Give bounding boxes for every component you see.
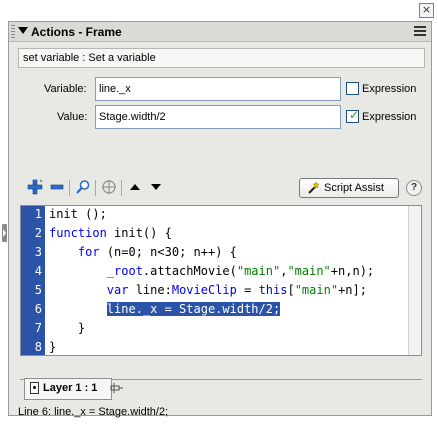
checkmark-icon: ✓ [349, 108, 360, 122]
line-number: 1 [34, 207, 42, 221]
variable-field[interactable]: line._x [95, 77, 341, 101]
code-line[interactable]: } [49, 321, 85, 335]
move-down-icon[interactable] [148, 179, 164, 195]
move-up-icon[interactable] [127, 179, 143, 195]
close-icon[interactable]: × [419, 3, 434, 18]
line-number: 3 [34, 245, 42, 259]
target-path-icon[interactable] [101, 179, 117, 195]
status-bar: Line 6: line._x = Stage.width/2; [18, 406, 169, 418]
toolbar-separator [95, 180, 96, 196]
code-line[interactable]: function init() { [49, 226, 172, 240]
layer-document-icon [30, 382, 39, 394]
code-line-selected[interactable]: line._x = Stage.width/2; [49, 302, 281, 316]
panel-header[interactable]: Actions - Frame [9, 22, 431, 42]
line-number: 7 [34, 321, 42, 335]
collapse-triangle-icon[interactable] [18, 27, 28, 34]
code-line[interactable]: for (n=0; n<30; n++) { [49, 245, 237, 259]
editor-scrollbar[interactable] [408, 206, 421, 355]
line-number: 5 [34, 283, 42, 297]
value-expression-checkbox[interactable]: ✓ [346, 108, 360, 123]
find-icon[interactable] [75, 179, 91, 195]
magic-wand-icon [308, 181, 320, 194]
value-expression-label: Expression [362, 111, 417, 123]
add-statement-icon[interactable] [27, 179, 43, 195]
line-number: 4 [34, 264, 42, 278]
panel-title: Actions - Frame [31, 25, 122, 39]
statement-description: set variable : Set a variable [18, 48, 425, 68]
description-text: set variable : Set a variable [23, 52, 156, 64]
actions-frame-window: × Actions - Frame set variable : Set a v… [0, 0, 438, 427]
code-line[interactable]: var line:MovieClip = this["main"+n]; [49, 283, 367, 297]
variable-expression-label: Expression [362, 83, 417, 95]
line-number: 2 [34, 226, 42, 240]
value-field[interactable]: Stage.width/2 [95, 105, 341, 129]
layer-tab-label: Layer 1 : 1 [43, 382, 98, 394]
side-collapse-handle-icon[interactable] [2, 224, 7, 242]
code-line[interactable]: } [49, 340, 56, 354]
panel-options-icon[interactable] [414, 26, 426, 37]
script-assist-label: Script Assist [324, 182, 384, 194]
toolbar-separator [69, 180, 70, 196]
delete-statement-icon[interactable] [49, 179, 65, 195]
line-number: 8 [34, 340, 42, 354]
variable-expression-checkbox[interactable] [346, 82, 359, 95]
pin-script-icon[interactable] [110, 381, 124, 395]
value-label: Value: [57, 111, 88, 123]
line-number: 6 [34, 302, 42, 316]
variable-label: Variable: [44, 83, 87, 95]
layer-tab-strip: Layer 1 : 1 [20, 361, 422, 400]
script-assist-button[interactable]: Script Assist [299, 178, 399, 198]
script-editor[interactable]: 1 2 3 4 5 6 7 8 init (); function init()… [20, 205, 422, 356]
code-line[interactable]: _root.attachMovie("main","main"+n,n); [49, 264, 374, 278]
grip-icon[interactable] [11, 25, 15, 38]
layer-tab[interactable]: Layer 1 : 1 [24, 378, 112, 400]
help-icon[interactable]: ? [406, 180, 422, 196]
line-number-gutter: 1 2 3 4 5 6 7 8 [21, 206, 45, 355]
toolbar-separator [121, 180, 122, 196]
code-line[interactable]: init (); [49, 207, 107, 221]
